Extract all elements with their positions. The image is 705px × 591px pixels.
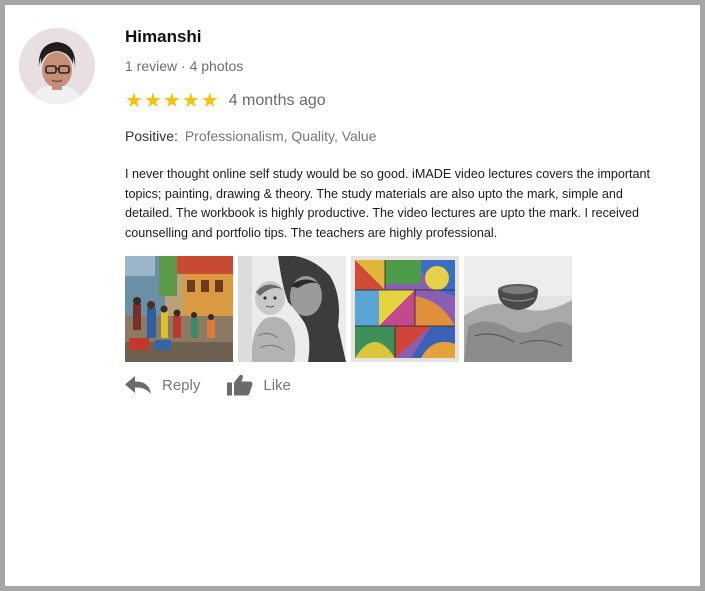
star-icon: ★ xyxy=(143,90,162,112)
avatar-photo xyxy=(19,28,95,104)
review-text: I never thought online self study would … xyxy=(125,167,651,240)
star-icon: ★ xyxy=(200,90,219,112)
rating-row: ★ ★ ★ ★ ★ 4 months ago xyxy=(125,90,326,112)
avatar[interactable] xyxy=(19,28,95,104)
photo-pencil-sketch[interactable] xyxy=(238,256,346,362)
positive-label: Positive: xyxy=(125,128,178,144)
review-card: Himanshi 1 review · 4 photos ★ ★ ★ ★ ★ 4… xyxy=(5,5,700,586)
star-icon: ★ xyxy=(181,90,200,112)
positive-values: Professionalism, Quality, Value xyxy=(184,128,377,144)
star-icon: ★ xyxy=(125,90,143,112)
photo-still-life[interactable] xyxy=(464,256,572,362)
thumbs-up-icon xyxy=(227,374,253,396)
review-actions: Reply Like xyxy=(125,374,291,396)
positive-attributes: Positive: Professionalism, Quality, Valu… xyxy=(125,128,377,144)
reply-label: Reply xyxy=(162,376,201,394)
like-button[interactable]: Like xyxy=(227,374,291,396)
photo-geometric-art[interactable] xyxy=(351,256,459,362)
like-label: Like xyxy=(263,376,291,394)
photo-street-painting[interactable] xyxy=(125,256,233,362)
reviewer-meta: 1 review · 4 photos xyxy=(125,58,244,74)
reviewer-name[interactable]: Himanshi xyxy=(125,27,202,47)
star-rating: ★ ★ ★ ★ ★ xyxy=(125,91,219,111)
review-time: 4 months ago xyxy=(228,92,326,109)
reply-button[interactable]: Reply xyxy=(125,375,200,395)
reply-icon xyxy=(125,376,151,394)
review-photos xyxy=(125,256,572,362)
star-icon: ★ xyxy=(162,90,181,112)
